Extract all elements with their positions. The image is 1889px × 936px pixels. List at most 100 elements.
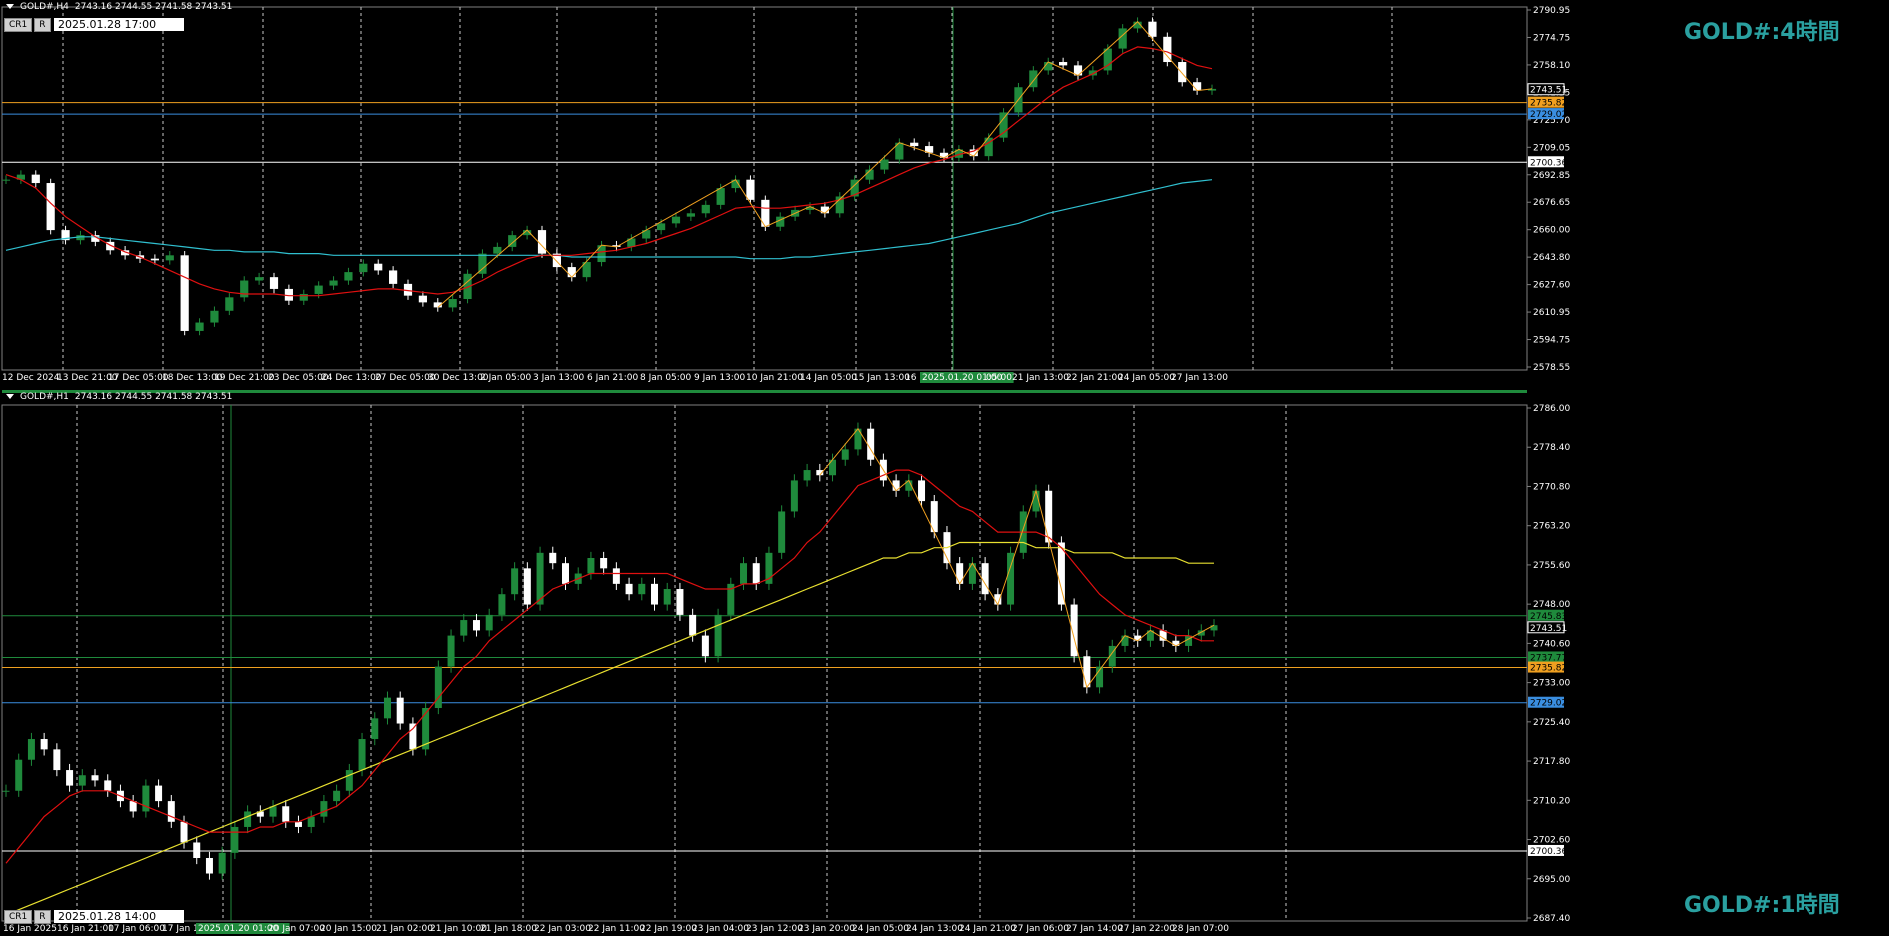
- candle-body: [15, 759, 23, 791]
- y-tick-label: 2774.75: [1533, 33, 1570, 43]
- h1-chart-canvas[interactable]: 2786.00 2778.40 2770.80 2763.20 2755.60 2748.…: [0, 390, 1889, 936]
- h4-cr1-button[interactable]: CR1: [4, 18, 33, 32]
- candle-body: [359, 263, 368, 273]
- x-tick-label: 22 Jan 19:00: [640, 924, 697, 934]
- candle-body: [180, 821, 188, 843]
- price-tag-label: 2735.82: [1530, 99, 1567, 109]
- candle-body: [1045, 490, 1053, 543]
- x-tick-label: 24 Dec 13:00: [321, 373, 382, 383]
- y-tick-label: 2786.00: [1533, 404, 1570, 414]
- h4-ohlc-values: 2743.16 2744.55 2741.58 2743.51: [74, 2, 233, 12]
- x-tick-label: 24 Jan 13:00: [906, 924, 963, 934]
- x-tick-label: 24 Jan 05:00: [1118, 373, 1175, 383]
- candle-body: [493, 246, 502, 254]
- candle-body: [255, 277, 264, 281]
- x-tick-label: 21 Jan 10:00: [430, 924, 487, 934]
- x-tick-label: 22 Jan 21:00: [1066, 373, 1123, 383]
- x-tick-label: 9 Jan 13:00: [694, 373, 746, 383]
- y-tick-label: 2627.60: [1533, 281, 1570, 291]
- x-tick-label: 20 Jan 15:00: [320, 924, 377, 934]
- candle-body: [1178, 62, 1187, 83]
- candle-body: [329, 280, 338, 286]
- x-tick-label: 16: [905, 373, 917, 383]
- price-tag-label: 2729.02: [1530, 699, 1567, 709]
- y-tick-label: 2660.00: [1533, 226, 1570, 236]
- candle-body: [460, 620, 468, 636]
- candle-body: [165, 255, 174, 261]
- x-tick-label: 10 Jan 21:00: [746, 373, 803, 383]
- y-tick-label: 2709.05: [1533, 143, 1570, 153]
- candle-body: [472, 620, 480, 631]
- candle-body: [448, 299, 457, 308]
- x-tick-label: 24 Jan 21:00: [959, 924, 1016, 934]
- candle-body: [150, 258, 159, 261]
- price-tag-label: 2743.51: [1530, 86, 1567, 96]
- candle-body: [225, 297, 234, 311]
- candle-body: [689, 614, 697, 636]
- candle-body: [880, 159, 889, 170]
- x-tick-label: 27 Jan 06:00: [1012, 924, 1069, 934]
- x-tick-label: 23 Jan 20:00: [798, 924, 855, 934]
- candle-body: [345, 770, 353, 791]
- x-tick-label: 8 Jan 05:00: [640, 373, 692, 383]
- y-tick-label: 2594.75: [1533, 336, 1570, 346]
- candle-body: [193, 842, 201, 858]
- plot-frame: [1, 6, 1528, 371]
- price-tag-label: 2745.83: [1530, 612, 1567, 622]
- candle-body: [31, 174, 40, 184]
- candle-body: [918, 480, 926, 502]
- h1-cr1-button[interactable]: CR1: [4, 910, 33, 924]
- h4-r-button[interactable]: R: [34, 18, 51, 32]
- y-tick-label: 2790.95: [1533, 6, 1570, 16]
- y-tick-label: 2725.40: [1533, 718, 1570, 728]
- dropdown-triangle-icon[interactable]: [6, 394, 14, 399]
- candle-body: [1, 179, 11, 181]
- candle-body: [752, 563, 760, 584]
- h1-chart-pane[interactable]: 2786.00 2778.40 2770.80 2763.20 2755.60 2748.…: [0, 390, 1889, 936]
- h4-chart-canvas[interactable]: 2790.952774.752758.102741.352725.702709.…: [0, 0, 1889, 386]
- candle-body: [333, 790, 341, 802]
- price-tag-label: 2743.51: [1530, 624, 1567, 634]
- y-tick-label: 2702.60: [1533, 836, 1570, 846]
- x-tick-label: 22 Jan 03:00: [534, 924, 591, 934]
- candle-body: [625, 583, 633, 595]
- candle-body: [1163, 36, 1172, 63]
- candle-body: [218, 852, 226, 874]
- candle-body: [314, 285, 323, 294]
- y-tick-label: 2643.80: [1533, 253, 1570, 263]
- price-tag-label: 2700.36: [1530, 847, 1567, 857]
- candle-body: [746, 179, 755, 200]
- x-tick-label: 28 Jan 07:00: [1172, 924, 1229, 934]
- candle-body: [374, 263, 383, 271]
- x-tick-label: 27 Jan 13:00: [1171, 373, 1228, 383]
- slow-moving-average-line: [5, 541, 1214, 916]
- candle-body: [671, 216, 681, 224]
- candle-body: [195, 322, 204, 331]
- fast-moving-average-line: [5, 469, 1214, 864]
- h1-r-button[interactable]: R: [34, 910, 51, 924]
- x-tick-label: 22 Jan 11:00: [588, 924, 645, 934]
- candle-body: [155, 785, 163, 802]
- y-tick-label: 2733.00: [1533, 679, 1570, 689]
- candle-body: [389, 270, 398, 284]
- y-tick-label: 2758.10: [1533, 61, 1570, 71]
- candle-body: [910, 142, 919, 147]
- x-tick-label: 16 Jan 2025: [3, 924, 57, 934]
- candle-body: [104, 780, 112, 791]
- h4-button-group: CR1 R: [4, 18, 51, 32]
- h4-chart-pane[interactable]: 2790.952774.752758.102741.352725.702709.…: [0, 0, 1889, 386]
- y-tick-label: 2770.80: [1533, 482, 1570, 492]
- candle-body: [676, 589, 684, 615]
- candle-body: [663, 589, 671, 605]
- dropdown-triangle-icon[interactable]: [6, 4, 14, 9]
- candle-body: [244, 811, 252, 827]
- y-tick-label: 2578.55: [1533, 363, 1570, 373]
- y-tick-label: 2610.95: [1533, 308, 1570, 318]
- h1-watermark: GOLD#:1時間: [1684, 893, 1840, 918]
- h1-ohlc-values: 2743.16 2744.55 2741.58 2743.51: [74, 392, 233, 402]
- y-tick-label: 2692.85: [1533, 171, 1570, 181]
- candle-body: [567, 267, 576, 278]
- candle-body: [716, 188, 725, 205]
- candle-body: [1057, 542, 1065, 605]
- x-tick-label: 2 Jan 05:00: [480, 373, 532, 383]
